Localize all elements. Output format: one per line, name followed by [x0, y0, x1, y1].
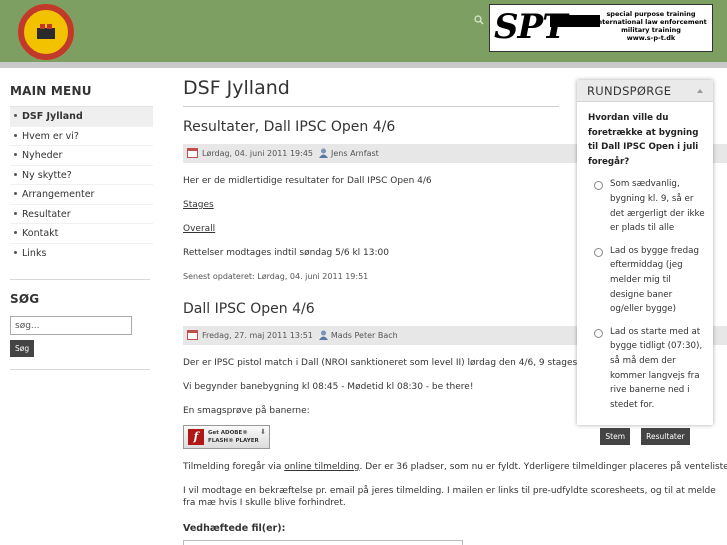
results-button[interactable]: Resultater — [641, 428, 690, 446]
site-header: Jylland SPT special purpose training int… — [0, 0, 727, 62]
article-text: I vil modtage en bekræftelse pr. email p… — [183, 486, 716, 508]
sidebar-item-ny-skytte[interactable]: Ny skytte? — [10, 166, 153, 185]
get-flash-player-button[interactable]: f Get ADOBE® FLASH® PLAYER ⬇ — [183, 425, 270, 449]
article-date: Fredag, 27. maj 2011 13:51 — [202, 331, 313, 340]
radio-button[interactable] — [594, 247, 603, 257]
poll-option[interactable]: Lad os bygge fredag eftermiddag (jeg mel… — [577, 244, 713, 317]
sidebar-item-label: Ny skytte? — [22, 169, 72, 181]
bullet-icon — [14, 133, 17, 137]
bullet-icon — [14, 231, 17, 234]
radio-button[interactable] — [594, 328, 603, 338]
svg-text:Jylland: Jylland — [35, 54, 55, 60]
flash-icon: f — [188, 429, 204, 445]
poll-option-label: Lad os bygge fredag eftermiddag (jeg mel… — [610, 245, 699, 315]
attachments-title: Vedhæftede fil(er): — [183, 523, 286, 534]
article-date: Lørdag, 04. juni 2011 19:45 — [202, 149, 313, 158]
bullet-icon — [14, 172, 17, 176]
banner-line: international law enforcement — [595, 18, 707, 26]
article-text: Tilmelding foregår via online tilmelding… — [183, 461, 727, 473]
text-segment: Tilmelding foregår via — [183, 462, 285, 472]
poll-option[interactable]: Som sædvanlig, bygning kl. 9, så er det … — [577, 177, 713, 235]
calendar-icon — [187, 329, 198, 340]
main-menu: DSF Jylland Hvem er vi? Nyheder Ny skytt… — [10, 106, 153, 263]
user-icon — [318, 330, 328, 340]
spt-brand: SPT — [494, 7, 567, 47]
bullet-icon — [14, 192, 17, 195]
sidebar-item-dsf-jylland[interactable]: DSF Jylland — [10, 107, 153, 127]
page-title: DSF Jylland — [183, 76, 559, 107]
search-title: SØG — [10, 292, 40, 306]
bullet-icon — [14, 114, 17, 117]
search-input[interactable] — [10, 316, 132, 335]
sidebar-item-resultater[interactable]: Resultater — [10, 205, 153, 224]
main-menu-title: MAIN MENU — [10, 84, 92, 98]
online-registration-link[interactable]: online tilmelding — [284, 462, 359, 472]
radio-button[interactable] — [594, 181, 603, 191]
banner-line: www.s-p-t.dk — [626, 34, 676, 42]
bullet-icon — [14, 250, 17, 254]
poll-actions: Stem Resultater — [577, 424, 713, 446]
sidebar-item-label: Links — [22, 247, 47, 259]
sidebar-item-label: Hvem er vi? — [22, 130, 79, 142]
sidebar-item-label: Nyheder — [22, 150, 63, 161]
download-arrow-icon: ⬇ — [260, 428, 266, 436]
banner-text: special purpose training international l… — [594, 10, 708, 42]
attachments-box — [183, 540, 463, 545]
sidebar-divider — [10, 279, 150, 280]
sidebar-item-label: Resultater — [22, 208, 71, 220]
sidebar-item-arrangementer[interactable]: Arrangementer — [10, 185, 153, 205]
sidebar-item-hvem-er-vi[interactable]: Hvem er vi? — [10, 127, 153, 146]
sidebar-divider — [10, 369, 150, 370]
poll-option-label: Som sædvanlig, bygning kl. 9, så er det … — [610, 179, 705, 234]
poll-option[interactable]: Lad os starte med at bygge tidligt (07:3… — [577, 325, 713, 413]
calendar-icon — [187, 147, 198, 158]
banner-line: military training — [621, 26, 681, 34]
poll-widget: RUNDSPØRGE Hvordan ville du foretrække a… — [577, 80, 713, 446]
poll-question: Hvordan ville du foretrække at bygning t… — [588, 113, 699, 167]
banner-line: special purpose training — [606, 10, 696, 18]
flash-label: Get ADOBE® — [208, 430, 248, 436]
gun-silhouette-icon — [550, 15, 600, 27]
poll-title: RUNDSPØRGE — [587, 84, 672, 98]
collapse-icon[interactable] — [697, 89, 703, 93]
search-icon[interactable] — [473, 14, 485, 26]
user-icon — [319, 148, 328, 158]
vote-button[interactable]: Stem — [600, 428, 631, 446]
flash-label: FLASH® PLAYER — [208, 438, 259, 444]
search-button[interactable]: Søg — [10, 340, 35, 357]
bullet-icon — [14, 153, 17, 156]
article-author: Jens Arnfast — [331, 149, 379, 158]
sidebar: MAIN MENU DSF Jylland Hvem er vi? Nyhede… — [10, 84, 153, 370]
sidebar-item-kontakt[interactable]: Kontakt — [10, 224, 153, 244]
sidebar-item-label: Arrangementer — [22, 189, 95, 200]
sidebar-item-label: DSF Jylland — [22, 111, 83, 122]
dsf-logo[interactable]: Jylland — [10, 2, 82, 62]
sidebar-item-links[interactable]: Links — [10, 244, 153, 264]
sidebar-item-nyheder[interactable]: Nyheder — [10, 146, 153, 166]
sidebar-item-label: Kontakt — [22, 228, 59, 239]
poll-header: RUNDSPØRGE — [577, 80, 713, 102]
bullet-icon — [14, 211, 17, 215]
article-author: Mads Peter Bach — [330, 331, 398, 340]
poll-option-label: Lad os starte med at bygge tidligt (07:3… — [610, 326, 703, 410]
text-segment: . Der er 36 pladser, som nu er fyldt. Yd… — [359, 462, 727, 472]
spt-banner-ad[interactable]: SPT special purpose training internation… — [489, 4, 713, 52]
header-divider — [0, 62, 727, 68]
